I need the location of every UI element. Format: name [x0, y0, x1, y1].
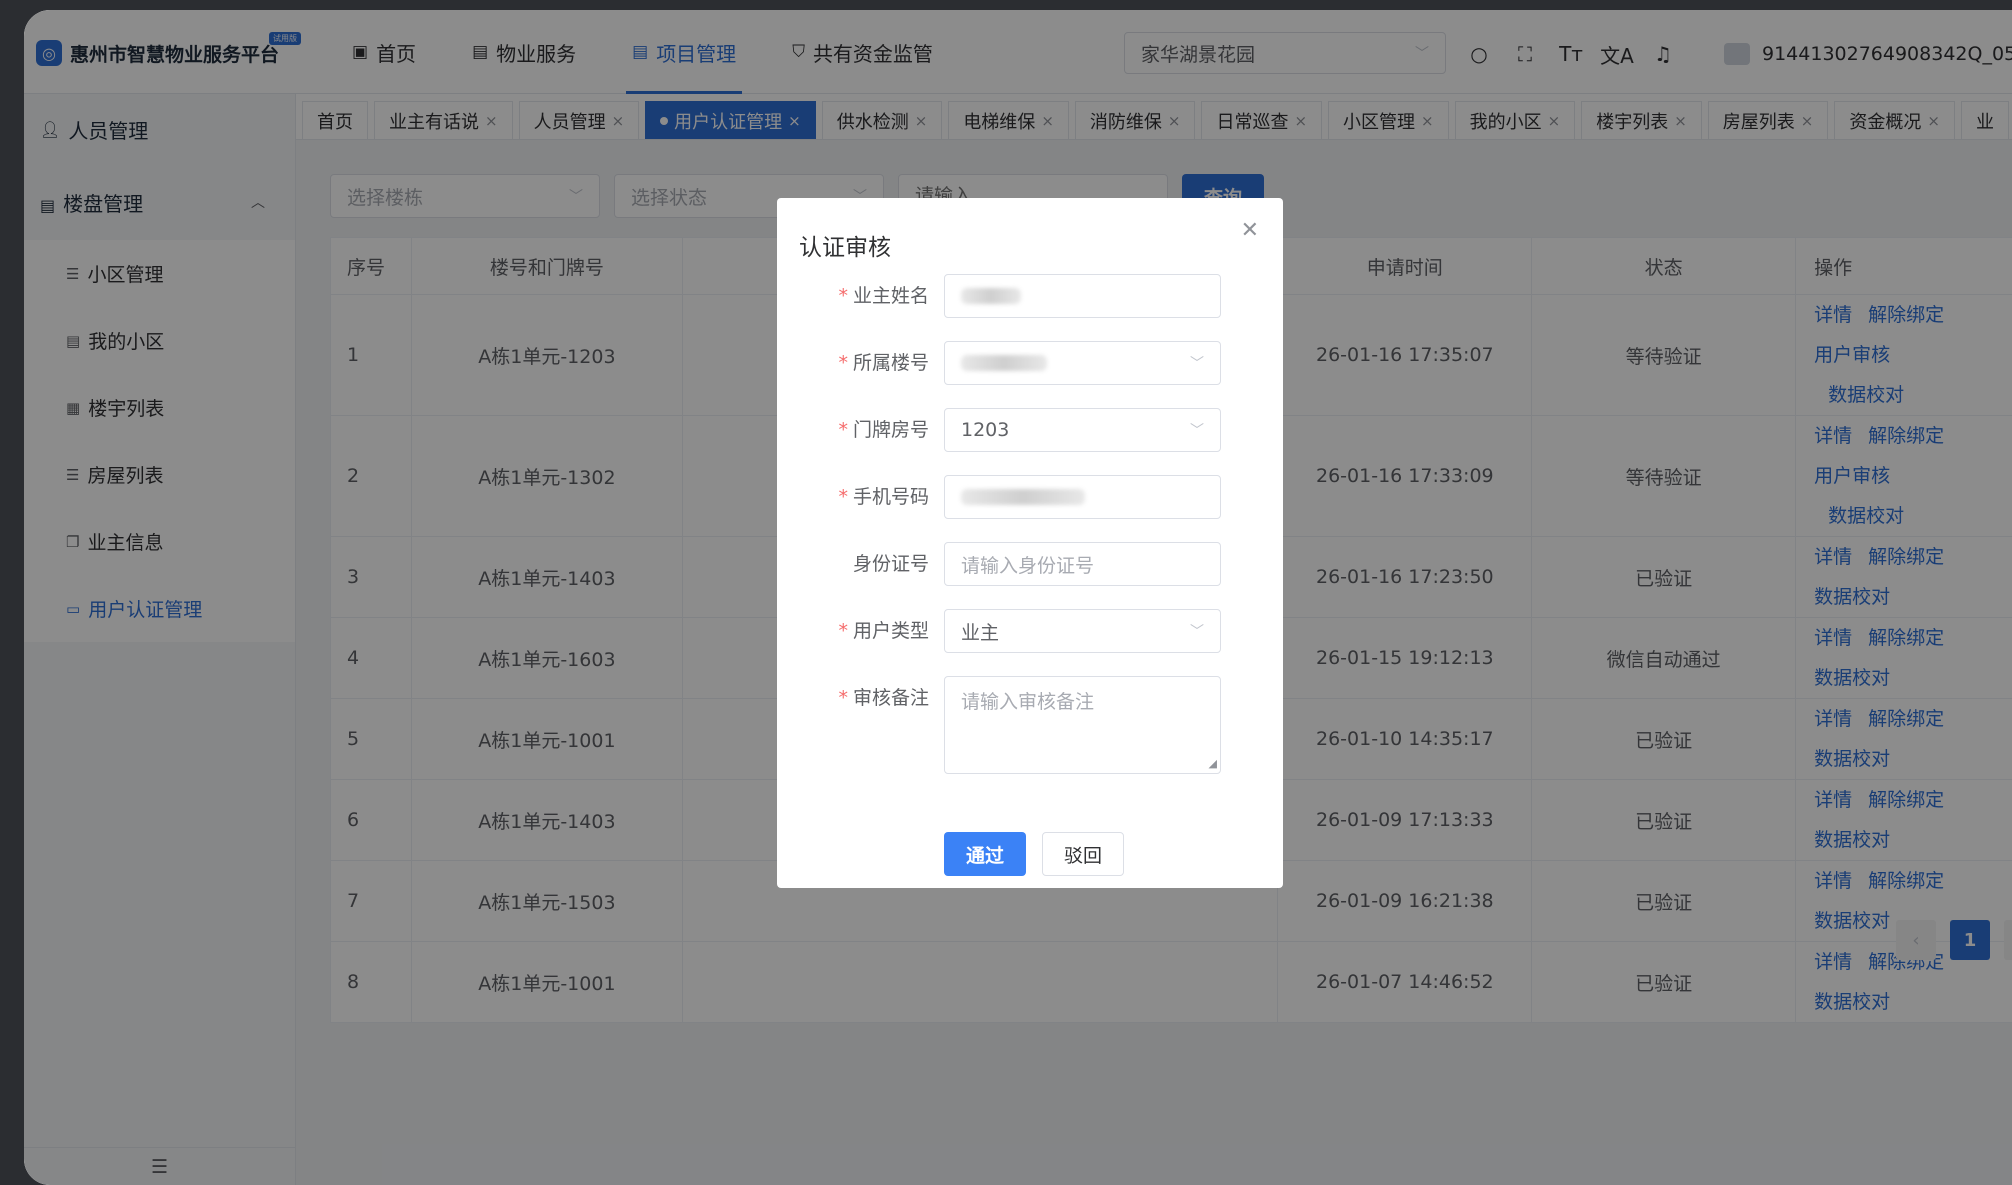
app-window: ◎ 惠州市智慧物业服务平台 试用版 ▣ 首页 ▤ 物业服务 ▤ 项目管理 ⛉ 共…: [24, 10, 2012, 1185]
resize-handle-icon[interactable]: ◢: [1209, 757, 1217, 770]
redacted-value: [961, 288, 1021, 304]
redacted-value: [961, 355, 1047, 371]
chevron-down-icon: ﹀: [1190, 356, 1204, 372]
door-select-value: 1203: [961, 419, 1010, 441]
pass-button[interactable]: 通过: [944, 832, 1026, 876]
remark-textarea[interactable]: 请输入审核备注 ◢: [944, 676, 1221, 774]
redacted-value: [961, 489, 1085, 505]
user-type-value: 业主: [961, 621, 1000, 644]
door-select[interactable]: 1203 ﹀: [944, 408, 1221, 452]
id-number-field[interactable]: 请输入身份证号: [944, 542, 1221, 586]
user-type-select[interactable]: 业主 ﹀: [944, 609, 1221, 653]
door-row: * 门牌房号 1203 ﹀: [777, 408, 1283, 452]
building-select[interactable]: ﹀: [944, 341, 1221, 385]
user-type-row: * 用户类型 业主 ﹀: [777, 609, 1283, 653]
id-number-row: 身份证号 请输入身份证号: [777, 542, 1283, 586]
owner-name-row: * 业主姓名: [777, 274, 1283, 318]
remark-row: * 审核备注 请输入审核备注 ◢: [777, 676, 1283, 774]
owner-name-field[interactable]: [944, 274, 1221, 318]
auth-review-dialog: 认证审核 ✕ * 业主姓名 * 所属楼号 ﹀ * 门牌房号 1203 ﹀ * 手机号码: [777, 198, 1283, 888]
dialog-title: 认证审核: [799, 235, 891, 261]
phone-field[interactable]: [944, 475, 1221, 519]
building-row: * 所属楼号 ﹀: [777, 341, 1283, 385]
chevron-down-icon: ﹀: [1190, 624, 1204, 640]
chevron-down-icon: ﹀: [1190, 423, 1204, 439]
reject-button[interactable]: 驳回: [1042, 832, 1124, 876]
close-icon[interactable]: ✕: [1241, 218, 1259, 243]
phone-row: * 手机号码: [777, 475, 1283, 519]
